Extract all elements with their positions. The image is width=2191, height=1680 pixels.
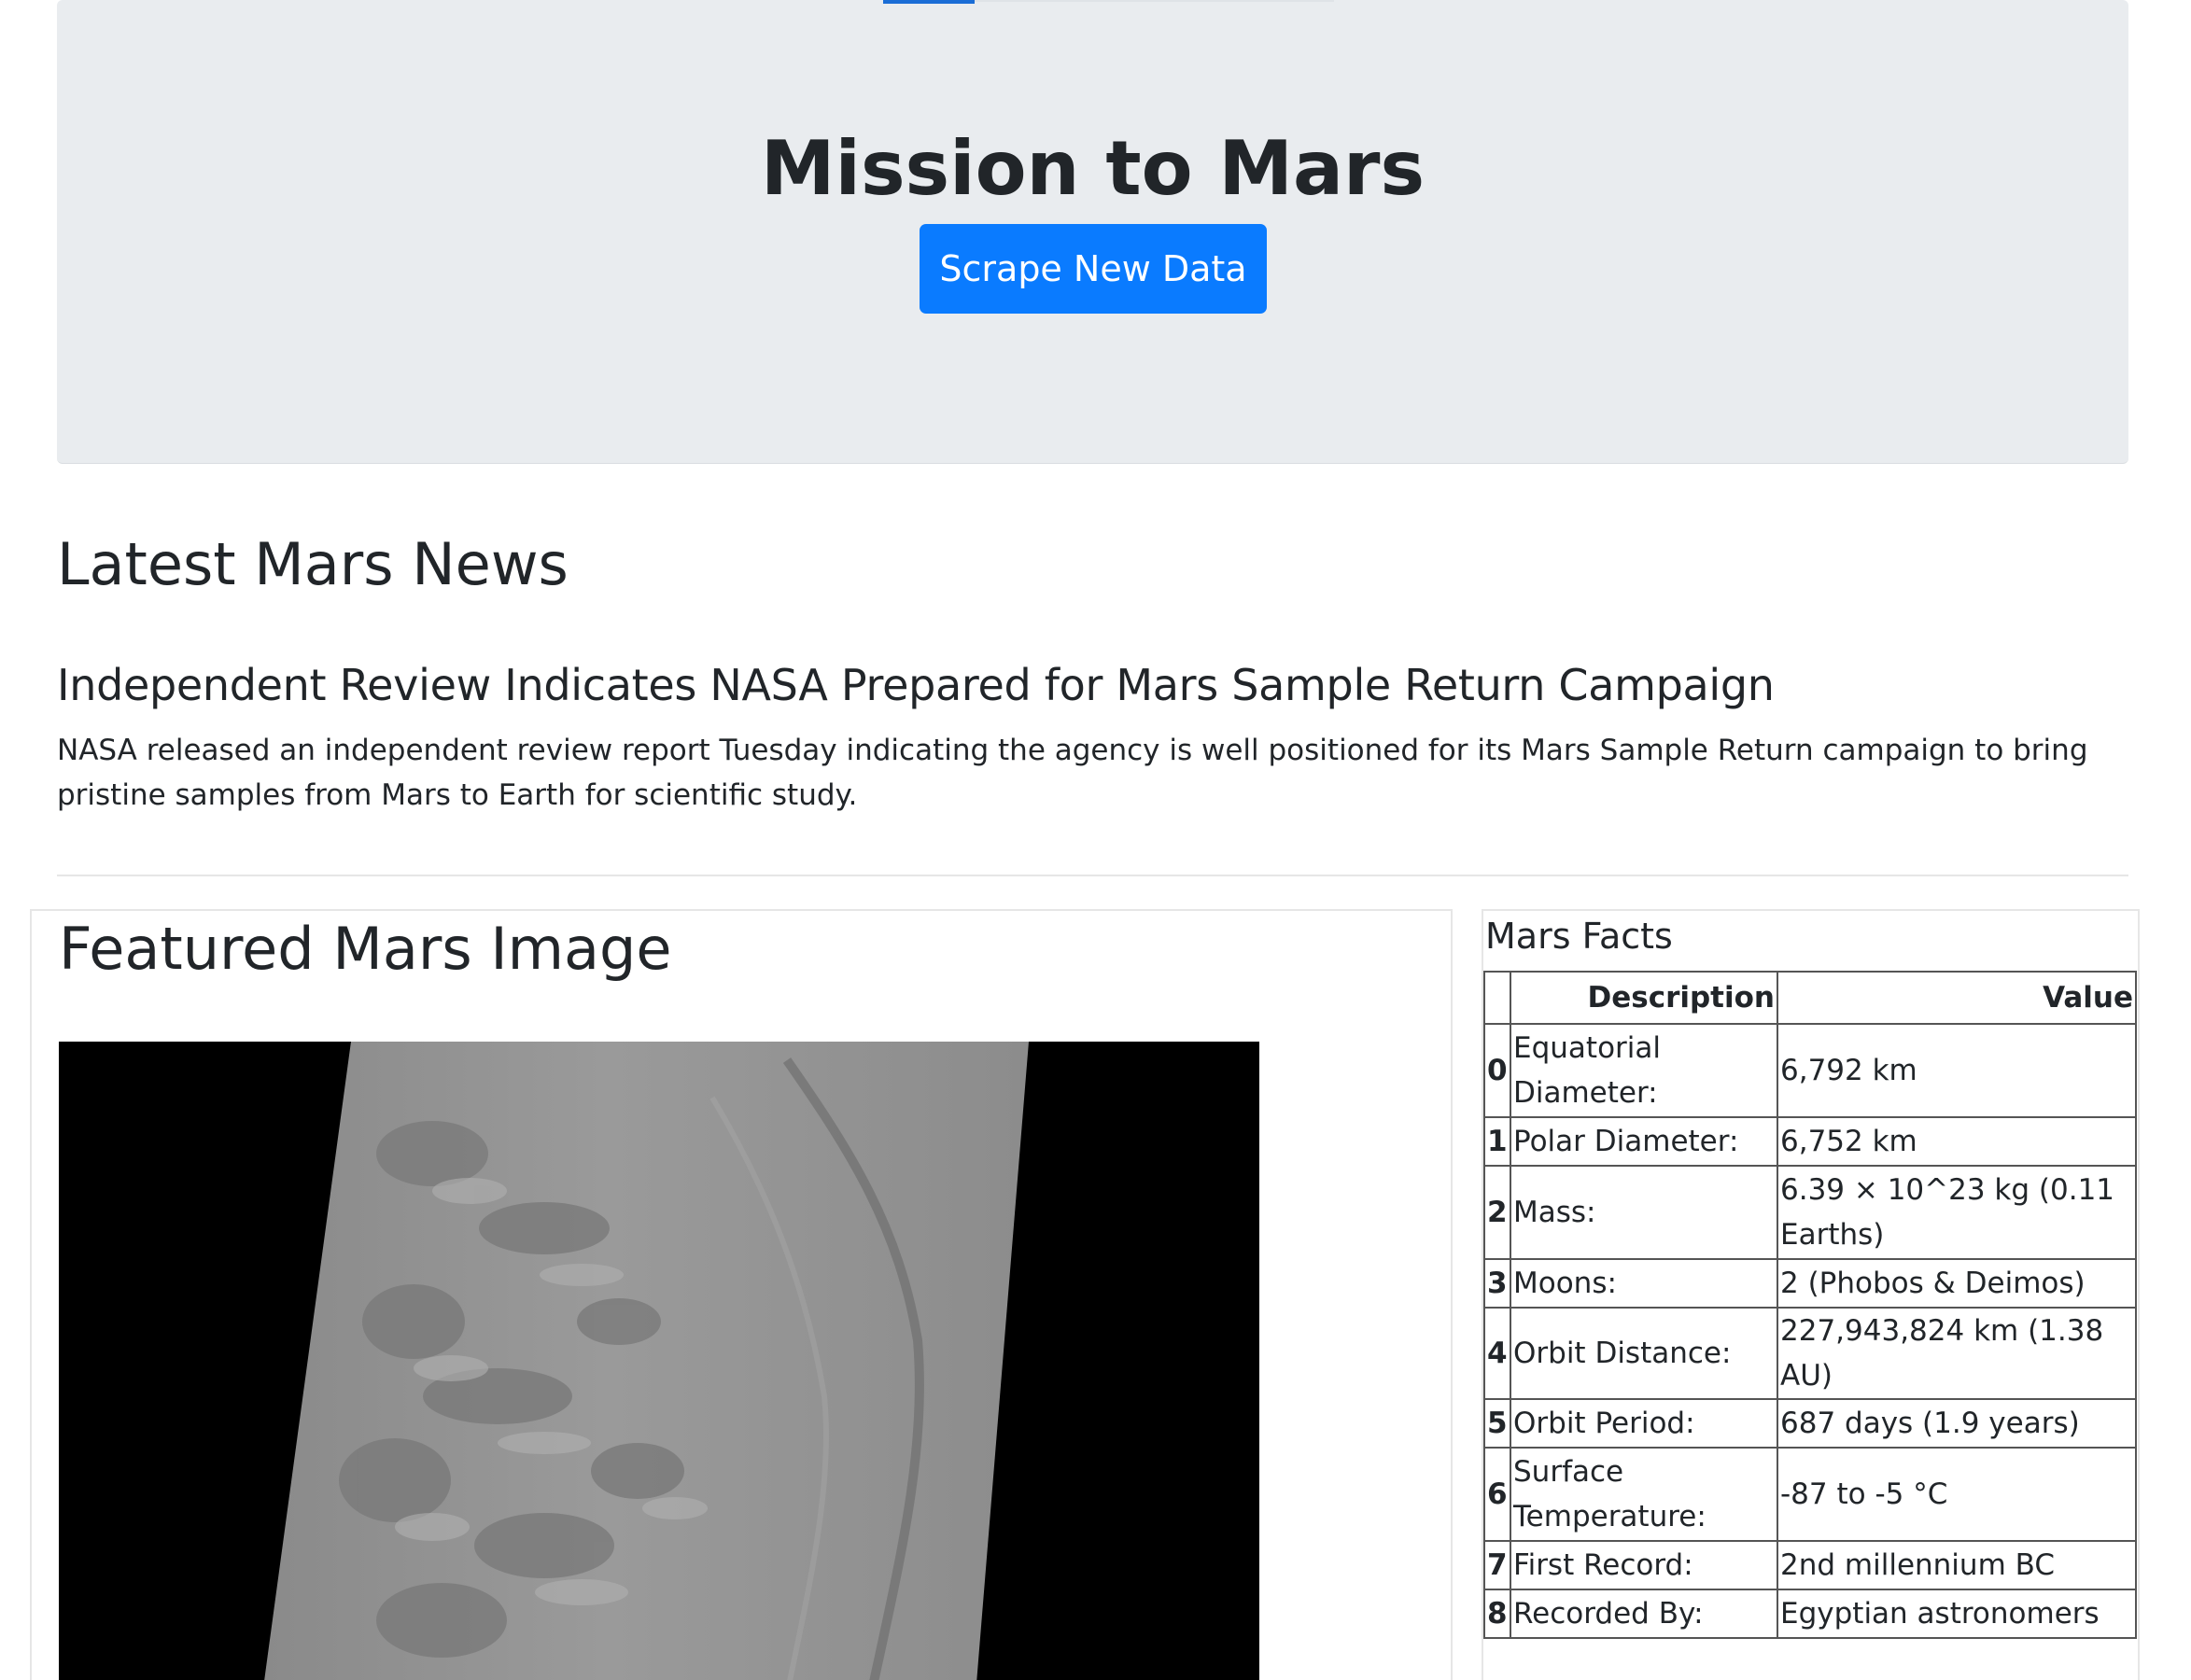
row-value: 6.39 × 10^23 kg (0.11 Earths) — [1777, 1165, 2137, 1260]
page-title: Mission to Mars — [760, 125, 1426, 212]
row-value: 6,792 km — [1777, 1023, 2137, 1118]
row-description: Recorded By: — [1510, 1589, 1778, 1639]
row-index: 4 — [1483, 1307, 1511, 1400]
news-teaser: NASA released an independent review repo… — [57, 734, 2088, 812]
row-index: 6 — [1483, 1447, 1511, 1542]
row-index: 2 — [1483, 1165, 1511, 1260]
news-title: Independent Review Indicates NASA Prepar… — [57, 660, 1775, 710]
section-divider — [57, 875, 2128, 876]
table-header-value: Value — [1777, 971, 2137, 1025]
table-row: 6 Surface Temperature: -87 to -5 °C — [1483, 1447, 2137, 1542]
row-description: Equatorial Diameter: — [1510, 1023, 1778, 1118]
row-index: 7 — [1483, 1540, 1511, 1590]
table-header-row: Description Value — [1483, 971, 2137, 1025]
row-index: 5 — [1483, 1398, 1511, 1449]
row-description: Orbit Distance: — [1510, 1307, 1778, 1400]
row-index: 1 — [1483, 1116, 1511, 1167]
featured-image-heading: Featured Mars Image — [59, 915, 672, 983]
row-index: 3 — [1483, 1258, 1511, 1309]
latest-news-heading: Latest Mars News — [57, 530, 569, 598]
row-description: First Record: — [1510, 1540, 1778, 1590]
row-index: 8 — [1483, 1589, 1511, 1639]
row-value: 6,752 km — [1777, 1116, 2137, 1167]
mars-facts-heading: Mars Facts — [1485, 916, 1673, 957]
row-value: 2nd millennium BC — [1777, 1540, 2137, 1590]
row-value: 2 (Phobos & Deimos) — [1777, 1258, 2137, 1309]
row-value: -87 to -5 °C — [1777, 1447, 2137, 1542]
row-index: 0 — [1483, 1023, 1511, 1118]
row-description: Surface Temperature: — [1510, 1447, 1778, 1542]
table-row: 8 Recorded By: Egyptian astronomers — [1483, 1589, 2137, 1639]
row-value: 687 days (1.9 years) — [1777, 1398, 2137, 1449]
table-row: 7 First Record: 2nd millennium BC — [1483, 1540, 2137, 1590]
table-header-description: Description — [1510, 971, 1778, 1025]
table-row: 4 Orbit Distance: 227,943,824 km (1.38 A… — [1483, 1307, 2137, 1400]
table-header-index — [1483, 971, 1511, 1025]
top-accent-bar — [883, 0, 975, 4]
table-row: 3 Moons: 2 (Phobos & Deimos) — [1483, 1258, 2137, 1309]
mars-surface-picture — [59, 1042, 1259, 1680]
featured-mars-image — [59, 1042, 1259, 1680]
table-row: 1 Polar Diameter: 6,752 km — [1483, 1116, 2137, 1167]
scrape-new-data-button[interactable]: Scrape New Data — [920, 224, 1267, 314]
row-description: Moons: — [1510, 1258, 1778, 1309]
table-row: 2 Mass: 6.39 × 10^23 kg (0.11 Earths) — [1483, 1165, 2137, 1260]
page: Mission to Mars Scrape New Data Latest M… — [0, 0, 2191, 1680]
row-value: 227,943,824 km (1.38 AU) — [1777, 1307, 2137, 1400]
row-description: Mass: — [1510, 1165, 1778, 1260]
table-row: 0 Equatorial Diameter: 6,792 km — [1483, 1023, 2137, 1118]
row-description: Orbit Period: — [1510, 1398, 1778, 1449]
mars-facts-table: Description Value 0 Equatorial Diameter:… — [1483, 971, 2137, 1639]
row-description: Polar Diameter: — [1510, 1116, 1778, 1167]
row-value: Egyptian astronomers — [1777, 1589, 2137, 1639]
top-accent-line — [975, 0, 1334, 2]
table-row: 5 Orbit Period: 687 days (1.9 years) — [1483, 1398, 2137, 1449]
